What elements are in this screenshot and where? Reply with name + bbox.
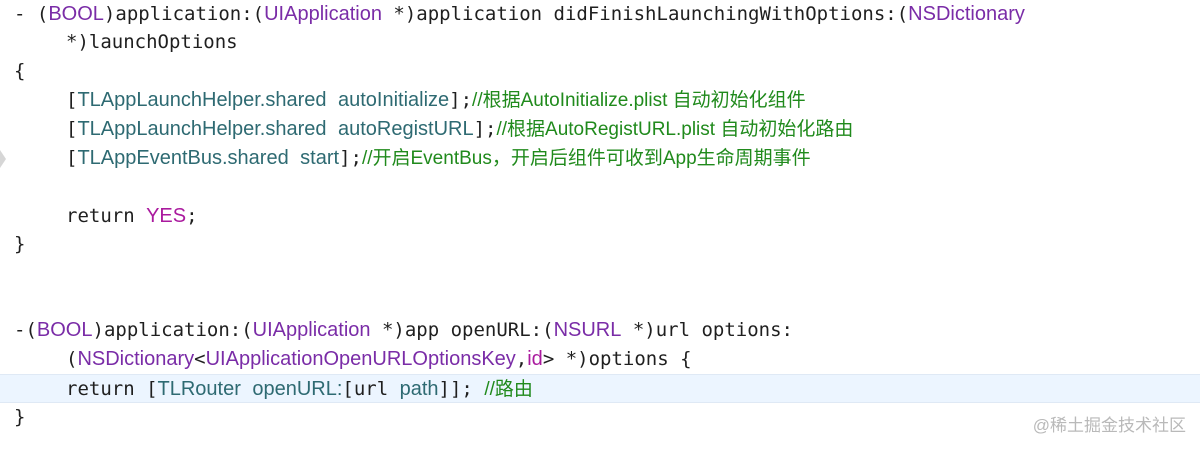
class-tlapplaunchhelper: TLAppLaunchHelper.shared bbox=[77, 118, 327, 140]
minus-token: - bbox=[14, 319, 26, 341]
paren-token: ( bbox=[542, 319, 554, 341]
class-tlrouter: TLRouter bbox=[157, 378, 241, 400]
type-nsurl: NSURL bbox=[553, 319, 622, 341]
comma-token: , bbox=[515, 348, 528, 370]
code-line-1[interactable]: - (BOOL)application:(UIApplication *)app… bbox=[0, 0, 1200, 29]
method-autoinitialize: autoInitialize bbox=[337, 89, 450, 111]
selector-options: url options: bbox=[655, 319, 793, 341]
code-line-12[interactable]: -(BOOL)application:(UIApplication *)app … bbox=[0, 316, 1200, 345]
code-line-7-empty[interactable] bbox=[0, 173, 1200, 202]
method-path: path bbox=[399, 378, 439, 400]
code-line-3[interactable]: { bbox=[0, 57, 1200, 86]
bracket-token: [ bbox=[66, 147, 78, 169]
literal-yes: YES bbox=[146, 205, 187, 227]
comment-autoinitialize: //根据AutoInitialize.plist 自动初始化组件 bbox=[472, 90, 806, 111]
bracket-token: [ bbox=[66, 118, 78, 140]
type-id: id bbox=[527, 348, 543, 370]
semicolon-token: ; bbox=[186, 205, 198, 227]
paren-token: ( bbox=[66, 348, 78, 370]
watermark: @稀土掘金技术社区 bbox=[1032, 416, 1186, 435]
selector-openurl: app openURL: bbox=[404, 319, 543, 341]
type-nsdictionary: NSDictionary bbox=[908, 3, 1025, 25]
brace-open: { bbox=[14, 60, 26, 82]
method-start: start bbox=[300, 147, 340, 169]
selector-application: application: bbox=[103, 319, 242, 341]
type-nsdictionary: NSDictionary bbox=[77, 348, 195, 370]
paren-token: ( bbox=[25, 319, 37, 341]
param-launchoptions: *)launchOptions bbox=[66, 31, 238, 53]
comment-router: //路由 bbox=[484, 379, 533, 400]
method-autoregisturl: autoRegistURL bbox=[337, 118, 474, 140]
type-bool: BOOL bbox=[36, 319, 93, 341]
paren-token: ( bbox=[896, 3, 909, 25]
bracket-token: ]]; bbox=[438, 378, 485, 400]
paren-token: ) bbox=[92, 319, 104, 341]
type-uiapplication: UIApplication bbox=[252, 319, 371, 341]
code-line-8[interactable]: return YES; bbox=[0, 202, 1200, 231]
bracket-token: [ bbox=[66, 89, 78, 111]
code-line-14-current[interactable]: return [TLRouter openURL:[url path]]; //… bbox=[0, 374, 1200, 403]
pointer-token: *) bbox=[381, 3, 417, 25]
bracket-token: ]; bbox=[339, 147, 362, 169]
param-options: options { bbox=[588, 348, 692, 370]
comment-autoregisturl: //根据AutoRegistURL.plist 自动初始化路由 bbox=[496, 119, 854, 140]
selector-didfinish: application didFinishLaunchingWithOption… bbox=[416, 3, 897, 25]
code-line-2[interactable]: *)launchOptions bbox=[0, 28, 1200, 57]
angle-token: > *) bbox=[542, 348, 589, 370]
paren-token: ( bbox=[252, 3, 265, 25]
pointer-token: *) bbox=[621, 319, 656, 341]
angle-token: < bbox=[194, 348, 206, 370]
type-uiapplication: UIApplication bbox=[264, 3, 382, 25]
brace-close: } bbox=[14, 406, 26, 428]
code-line-9[interactable]: } bbox=[0, 230, 1200, 259]
code-line-15[interactable]: } bbox=[0, 403, 1200, 432]
type-optionskey: UIApplicationOpenURLOptionsKey bbox=[205, 348, 516, 370]
paren-token: ) bbox=[103, 3, 116, 25]
comment-eventbus: //开启EventBus，开启后组件可收到App生命周期事件 bbox=[361, 148, 811, 169]
code-line-13[interactable]: (NSDictionary<UIApplicationOpenURLOption… bbox=[0, 345, 1200, 374]
method-openurl: openURL: bbox=[252, 378, 343, 400]
paren-token: ( bbox=[241, 319, 253, 341]
type-bool: BOOL bbox=[48, 3, 104, 25]
keyword-return: return bbox=[66, 205, 147, 227]
code-editor[interactable]: - (BOOL)application:(UIApplication *)app… bbox=[0, 0, 1200, 450]
selector-application: application: bbox=[115, 3, 253, 25]
class-tlapplaunchhelper: TLAppLaunchHelper.shared bbox=[77, 89, 327, 111]
bracket-token: ]; bbox=[473, 118, 497, 140]
code-line-6[interactable]: [TLAppEventBus.shared start];//开启EventBu… bbox=[0, 144, 1200, 173]
minus-token: - bbox=[14, 3, 37, 25]
brace-close: } bbox=[14, 233, 26, 255]
code-line-4[interactable]: [TLAppLaunchHelper.shared autoInitialize… bbox=[0, 86, 1200, 115]
code-line-5[interactable]: [TLAppLaunchHelper.shared autoRegistURL]… bbox=[0, 115, 1200, 144]
keyword-return: return [ bbox=[66, 378, 158, 400]
pointer-token: *) bbox=[370, 319, 405, 341]
url-receiver: [url bbox=[342, 378, 400, 400]
paren-token: ( bbox=[36, 3, 49, 25]
class-tlappeventbus: TLAppEventBus.shared bbox=[77, 147, 289, 169]
bracket-token: ]; bbox=[449, 89, 473, 111]
